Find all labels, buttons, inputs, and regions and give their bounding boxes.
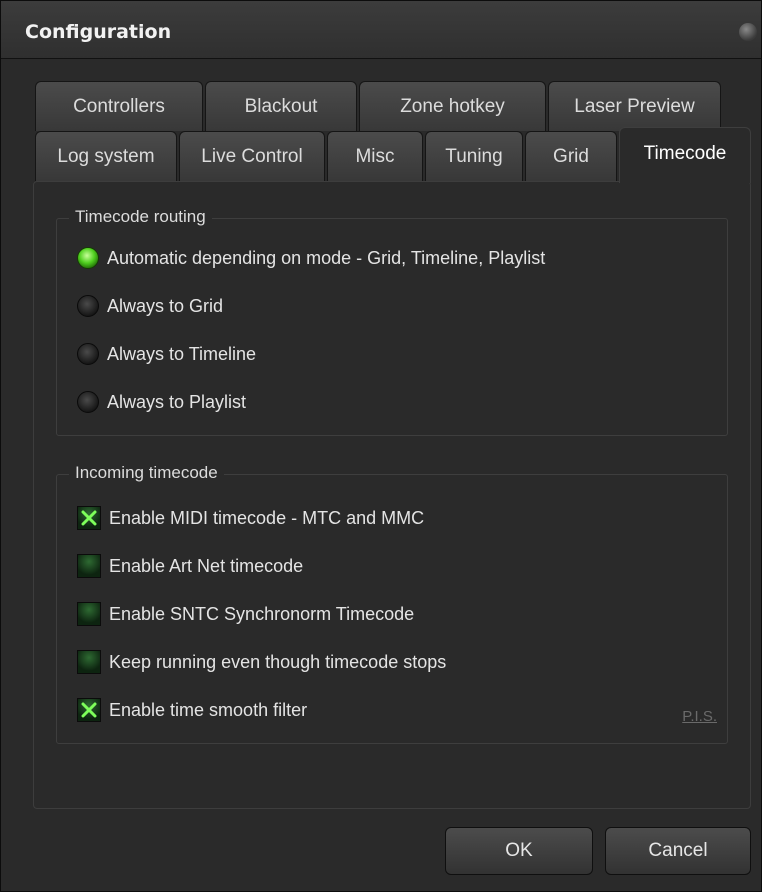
tab-label: Misc [355, 146, 395, 167]
timecode-panel: Timecode routing Automatic depending on … [33, 181, 751, 809]
checkbox-keep-running[interactable]: Keep running even though timecode stops [77, 647, 446, 677]
tab-label: Zone hotkey [400, 96, 505, 117]
tab-label: Timecode [643, 143, 727, 164]
checkbox-label: Keep running even though timecode stops [109, 651, 447, 672]
radio-always-playlist[interactable]: Always to Playlist [77, 387, 246, 417]
checkbox-label: Enable Art Net timecode [109, 555, 304, 576]
title-bar[interactable]: Configuration [1, 1, 761, 59]
tab-zone-hotkey[interactable]: Zone hotkey [359, 81, 546, 131]
close-icon[interactable] [739, 23, 757, 41]
radio-always-timeline[interactable]: Always to Timeline [77, 339, 256, 369]
tab-tuning[interactable]: Tuning [425, 131, 523, 181]
radio-automatic[interactable]: Automatic depending on mode - Grid, Time… [77, 243, 545, 273]
checkbox-unchecked-icon[interactable] [77, 554, 101, 578]
configuration-window: Configuration Controllers Blackout Zone … [0, 0, 762, 892]
checkbox-label: Enable MIDI timecode - MTC and MMC [109, 507, 425, 528]
tab-label: Grid [553, 146, 589, 167]
tab-blackout[interactable]: Blackout [205, 81, 357, 131]
tab-laser-preview[interactable]: Laser Preview [548, 81, 721, 131]
window-title: Configuration [25, 21, 172, 43]
radio-off-icon[interactable] [77, 391, 99, 413]
radio-on-icon[interactable] [77, 247, 99, 269]
tab-controllers[interactable]: Controllers [35, 81, 203, 131]
tab-label: Log system [57, 146, 155, 167]
radio-label: Always to Playlist [107, 391, 247, 412]
incoming-timecode-group: Incoming timecode Enable MIDI timecode -… [56, 463, 728, 744]
tab-misc[interactable]: Misc [327, 131, 423, 181]
radio-label: Always to Grid [107, 295, 224, 316]
pis-link[interactable]: P.I.S. [682, 708, 717, 725]
radio-off-icon[interactable] [77, 295, 99, 317]
checkbox-label: Enable time smooth filter [109, 699, 308, 720]
tab-timecode[interactable]: Timecode [619, 127, 751, 183]
checkbox-checked-icon[interactable] [77, 698, 101, 722]
radio-always-grid[interactable]: Always to Grid [77, 291, 223, 321]
tab-log-system[interactable]: Log system [35, 131, 177, 181]
checkbox-label: Enable SNTC Synchronorm Timecode [109, 603, 415, 624]
checkbox-midi-timecode[interactable]: Enable MIDI timecode - MTC and MMC [77, 503, 424, 533]
tab-label: Live Control [201, 146, 303, 167]
checkbox-checked-icon[interactable] [77, 506, 101, 530]
checkbox-artnet-timecode[interactable]: Enable Art Net timecode [77, 551, 303, 581]
checkbox-unchecked-icon[interactable] [77, 650, 101, 674]
timecode-routing-group: Timecode routing Automatic depending on … [56, 207, 728, 436]
radio-label: Automatic depending on mode - Grid, Time… [107, 247, 546, 268]
ok-button[interactable]: OK [445, 827, 593, 875]
radio-off-icon[interactable] [77, 343, 99, 365]
tab-label: Controllers [73, 96, 165, 117]
tab-label: Laser Preview [574, 96, 695, 117]
tab-label: Blackout [244, 96, 318, 117]
group-title: Incoming timecode [69, 463, 224, 483]
cancel-button[interactable]: Cancel [605, 827, 751, 875]
tab-live-control[interactable]: Live Control [179, 131, 325, 181]
checkbox-time-smooth-filter[interactable]: Enable time smooth filter [77, 695, 307, 725]
checkbox-unchecked-icon[interactable] [77, 602, 101, 626]
radio-label: Always to Timeline [107, 343, 257, 364]
tab-grid[interactable]: Grid [525, 131, 617, 181]
tab-label: Tuning [445, 146, 503, 167]
group-title: Timecode routing [69, 207, 212, 227]
checkbox-sntc-timecode[interactable]: Enable SNTC Synchronorm Timecode [77, 599, 414, 629]
